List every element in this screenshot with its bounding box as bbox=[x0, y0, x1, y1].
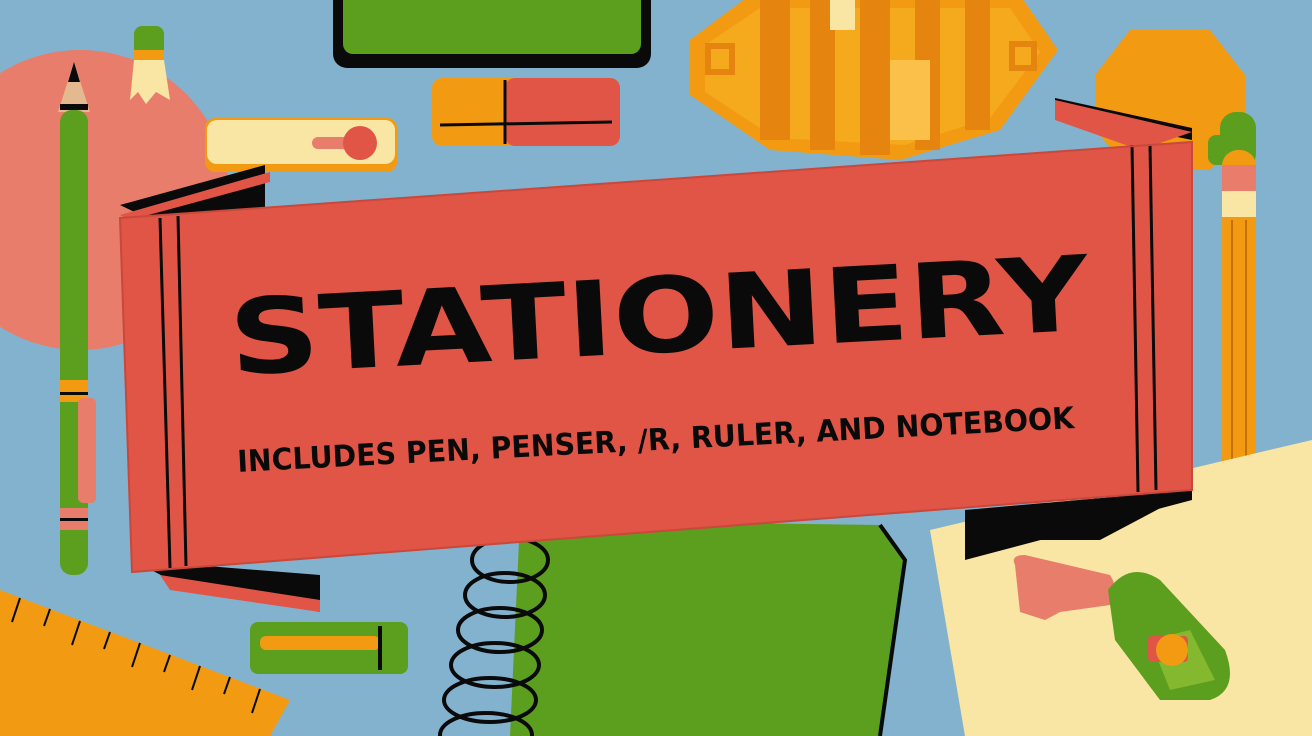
pencil-tip-icon bbox=[130, 26, 170, 104]
green-tablet-icon bbox=[333, 0, 651, 68]
toggle-switch-icon bbox=[205, 118, 397, 172]
usb-drive-icon bbox=[432, 78, 620, 146]
stationery-banner-illustration: STATIONERY INCLUDES PEN, PENSER, /R, RUL… bbox=[0, 0, 1312, 736]
eraser-icon bbox=[250, 622, 408, 674]
